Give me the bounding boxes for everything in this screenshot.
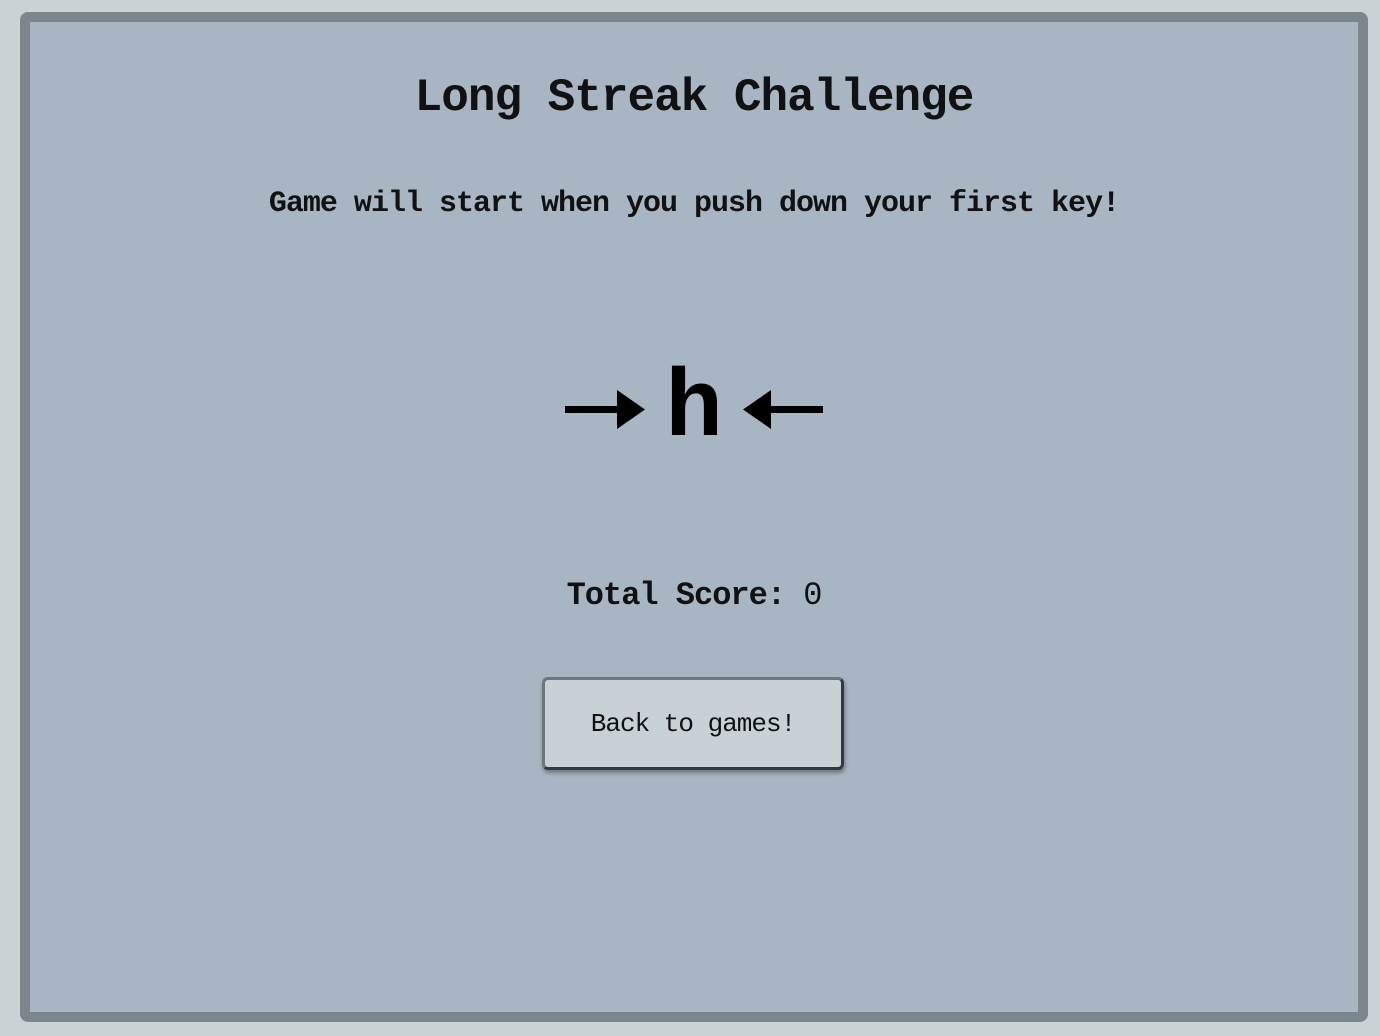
back-to-games-button[interactable]: Back to games! <box>542 677 844 770</box>
start-instructions: Game will start when you push down your … <box>268 187 1120 221</box>
score-label: Total Score: <box>566 577 786 614</box>
score-value: 0 <box>803 577 822 614</box>
total-score: Total Score: 0 <box>30 577 1358 614</box>
game-panel: Long Streak Challenge Game will start wh… <box>20 12 1368 1022</box>
target-key-letter: h <box>665 355 723 464</box>
right-arrow-icon <box>565 380 646 440</box>
left-arrow-icon <box>742 380 823 440</box>
game-title: Long Streak Challenge <box>414 72 975 124</box>
target-key-display: h <box>30 360 1358 460</box>
